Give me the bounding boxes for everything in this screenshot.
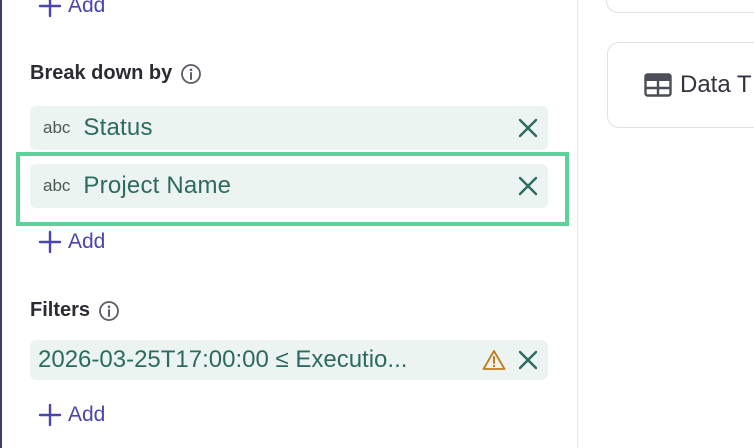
add-button-top[interactable]: Add	[38, 0, 105, 20]
info-icon[interactable]	[98, 300, 120, 322]
visualization-card-top[interactable]	[606, 0, 754, 13]
data-table-label: Data T	[680, 71, 752, 98]
remove-icon[interactable]	[516, 116, 540, 140]
breakdown-field-label: Project Name	[83, 172, 232, 199]
breakdown-chip-project-name[interactable]: abc Project Name	[30, 164, 548, 208]
info-icon[interactable]	[180, 63, 202, 85]
add-filter-button[interactable]: Add	[38, 401, 105, 429]
add-label: Add	[68, 0, 106, 17]
string-type-label: abc	[43, 176, 71, 195]
warning-icon[interactable]	[482, 349, 506, 371]
table-icon	[644, 73, 672, 97]
breakdown-title: Break down by	[30, 62, 202, 85]
breakdown-chip-status[interactable]: abc Status	[30, 106, 548, 150]
filters-title: Filters	[30, 299, 120, 322]
string-type-label: abc	[43, 118, 71, 137]
plus-icon	[38, 0, 62, 18]
plus-icon	[38, 403, 62, 427]
add-label: Add	[68, 230, 106, 253]
filters-title-text: Filters	[30, 299, 91, 321]
add-breakdown-button[interactable]: Add	[38, 228, 105, 256]
data-table-card[interactable]: Data T	[607, 42, 754, 128]
breakdown-title-text: Break down by	[30, 62, 173, 84]
remove-icon[interactable]	[516, 348, 540, 372]
plus-icon	[38, 230, 62, 254]
filter-label: 2026-03-25T17:00:00 ≤ Executio...	[38, 346, 408, 373]
add-label: Add	[68, 403, 106, 426]
filter-chip[interactable]: 2026-03-25T17:00:00 ≤ Executio...	[30, 340, 548, 380]
breakdown-field-label: Status	[83, 114, 153, 141]
remove-icon[interactable]	[516, 174, 540, 198]
